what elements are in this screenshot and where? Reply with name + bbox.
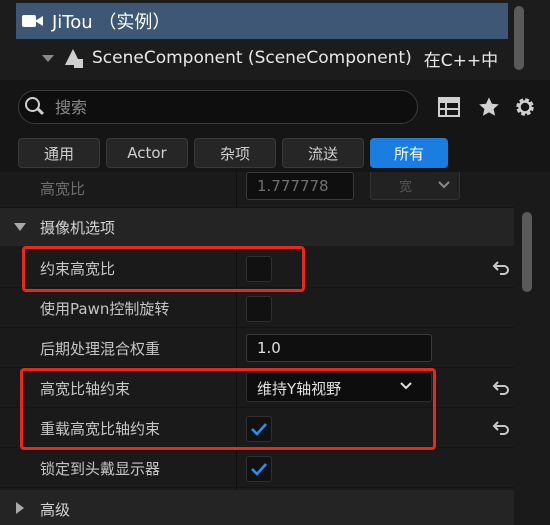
row-aspect-ratio: 高宽比 1.777778 宽 bbox=[0, 172, 514, 208]
panel-scrollbar[interactable] bbox=[522, 212, 532, 292]
chevron-down-icon bbox=[438, 181, 450, 189]
tab-misc[interactable]: 杂项 bbox=[194, 138, 276, 168]
expand-arrow-icon[interactable] bbox=[42, 54, 54, 62]
use-pawn-rotation-checkbox[interactable] bbox=[246, 296, 272, 322]
aspect-ratio-label: 高宽比 bbox=[40, 180, 86, 198]
details-panel: 高宽比 1.777778 宽 摄像机选项 约束高宽比 使用Pawn控制旋转 后期… bbox=[0, 172, 550, 525]
section-advanced[interactable]: 高级 bbox=[0, 490, 514, 525]
tree-item-actor[interactable]: JiTou （实例） bbox=[16, 3, 508, 39]
aspect-ratio-field[interactable]: 1.777778 bbox=[246, 172, 354, 200]
lock-to-hmd-checkbox[interactable] bbox=[246, 456, 272, 482]
search-icon bbox=[25, 97, 45, 117]
aspect-ratio-preset-value: 宽 bbox=[399, 180, 413, 195]
tab-all[interactable]: 所有 bbox=[370, 138, 448, 168]
gear-icon[interactable] bbox=[512, 94, 538, 120]
component-name: SceneComponent (SceneComponent) bbox=[92, 48, 412, 68]
reset-arrow-icon[interactable] bbox=[492, 260, 510, 276]
reset-arrow-icon[interactable] bbox=[492, 380, 510, 396]
tree-item-scene-component[interactable]: SceneComponent (SceneComponent) 在C++中 bbox=[16, 41, 508, 75]
collapse-arrow-icon bbox=[14, 223, 26, 231]
table-icon[interactable] bbox=[436, 94, 462, 120]
use-pawn-rotation-label: 使用Pawn控制旋转 bbox=[40, 300, 170, 318]
expand-arrow-icon bbox=[16, 502, 24, 514]
star-icon[interactable] bbox=[476, 94, 502, 120]
reset-arrow-icon[interactable] bbox=[492, 420, 510, 436]
search-bar bbox=[18, 90, 418, 124]
tab-general[interactable]: 通用 bbox=[18, 138, 100, 168]
camera-icon bbox=[22, 13, 44, 29]
advanced-label: 高级 bbox=[40, 501, 71, 519]
scene-component-icon bbox=[62, 47, 84, 69]
camera-options-label: 摄像机选项 bbox=[40, 219, 116, 237]
tree-scrollbar[interactable] bbox=[514, 6, 524, 70]
component-tree: JiTou （实例） SceneComponent (SceneComponen… bbox=[0, 0, 550, 80]
postprocess-weight-label: 后期处理混合权重 bbox=[40, 340, 161, 358]
lock-to-hmd-label: 锁定到头戴显示器 bbox=[40, 460, 161, 478]
actor-title: JiTou （实例） bbox=[52, 12, 171, 33]
row-use-pawn-control-rotation: 使用Pawn控制旋转 bbox=[0, 288, 514, 328]
row-lock-to-hmd: 锁定到头戴显示器 bbox=[0, 448, 514, 488]
checkmark-icon bbox=[251, 463, 267, 476]
highlight-box bbox=[20, 368, 436, 450]
tab-actor[interactable]: Actor bbox=[106, 138, 188, 168]
row-postprocess-blend-weight: 后期处理混合权重 1.0 bbox=[0, 328, 514, 368]
postprocess-weight-field[interactable]: 1.0 bbox=[246, 334, 432, 362]
highlight-box bbox=[22, 246, 305, 292]
component-source: 在C++中 bbox=[423, 50, 499, 71]
tab-streaming[interactable]: 流送 bbox=[282, 138, 364, 168]
search-input[interactable] bbox=[55, 97, 395, 117]
aspect-ratio-preset-dropdown[interactable]: 宽 bbox=[370, 172, 460, 200]
section-camera-options[interactable]: 摄像机选项 bbox=[0, 208, 514, 246]
